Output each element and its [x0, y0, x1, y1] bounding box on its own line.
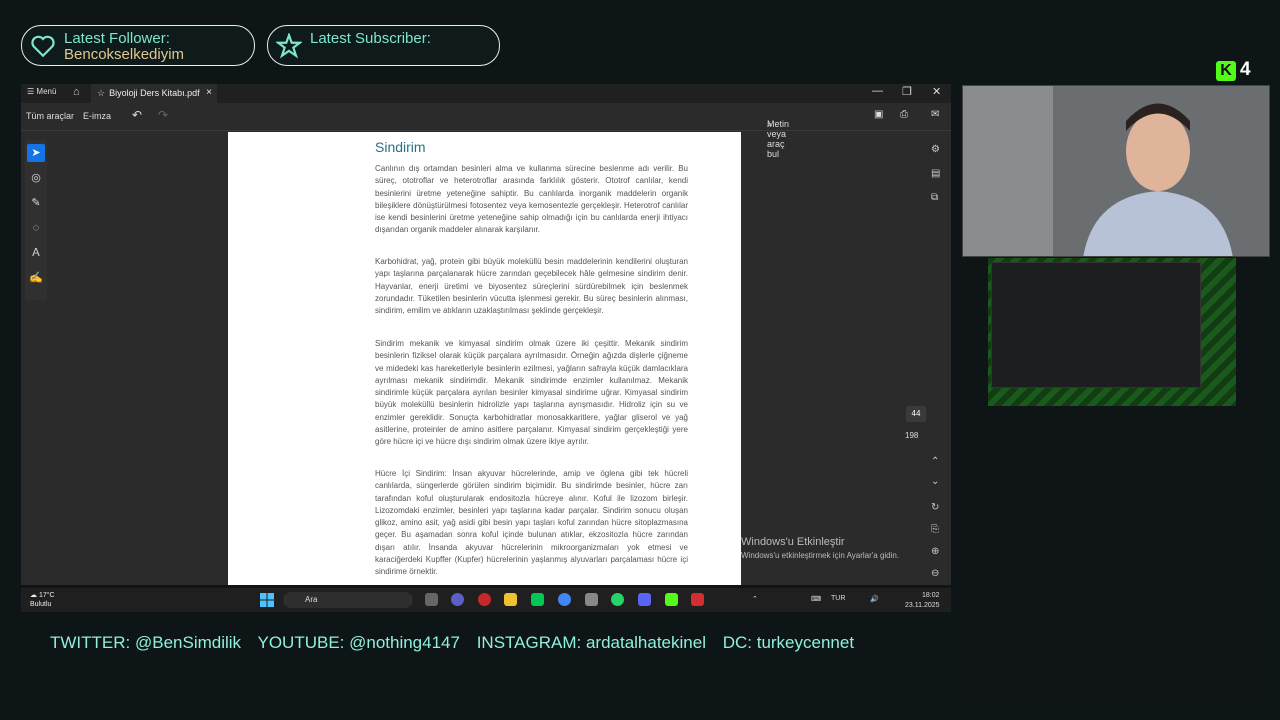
volume-icon[interactable]: 🔊: [870, 595, 879, 603]
star-icon[interactable]: ☆: [97, 88, 105, 98]
discord-handle: DC: turkeycennet: [722, 633, 855, 652]
ai-assistant-icon[interactable]: ⚙: [931, 144, 940, 155]
minimize-icon[interactable]: —: [872, 85, 883, 97]
close-tab-icon[interactable]: ×: [206, 87, 212, 98]
clock[interactable]: 18:02 23.11.2025: [905, 591, 940, 611]
acrobat-icon[interactable]: [691, 593, 704, 606]
kick-logo-icon: K: [1216, 61, 1236, 81]
close-window-icon[interactable]: ✕: [932, 85, 941, 98]
right-toolbar: ⚙ ▤ ⧉ ⌃ ⌄ ↻ ⎘ ⊕ ⊖: [923, 132, 951, 585]
menu-label: Menü: [36, 87, 57, 96]
menu-button[interactable]: ☰ Menü: [27, 87, 56, 96]
kick-badge: K4: [1216, 59, 1251, 81]
undo-icon[interactable]: ↶: [132, 108, 142, 122]
lasso-tool-icon[interactable]: ◌: [27, 219, 45, 237]
weather-temp: 17°C: [38, 592, 55, 599]
save-icon[interactable]: ▣: [874, 109, 883, 120]
latest-follower-card: Latest Follower: Bencokselkediyim: [21, 25, 255, 66]
paragraph-1: Canlının dış ortamdan besinleri alma ve …: [375, 164, 688, 235]
instagram-handle: INSTAGRAM: ardatalhatekinel: [476, 633, 706, 652]
search-label: Ara: [305, 595, 318, 604]
select-tool-icon[interactable]: ➤: [27, 144, 45, 162]
preview-thumbnail: [988, 258, 1236, 406]
app-icon[interactable]: [451, 593, 464, 606]
refresh-icon[interactable]: ↻: [931, 502, 939, 513]
pdf-reader-window: ☰ Menü ⌂ ☆ Biyoloji Ders Kitabı.pdf × — ❐ …: [21, 84, 951, 585]
heart-icon: [31, 35, 55, 58]
toolbar: Tüm araçlar E-imza ↶ ↷ Metin veya araç b…: [21, 103, 951, 159]
weather-widget[interactable]: ☁ 17°C Bulutlu: [30, 591, 55, 609]
youtube-handle: YOUTUBE: @nothing4147: [257, 633, 460, 652]
scroll-down-icon[interactable]: ⌄: [931, 476, 939, 487]
whatsapp-icon[interactable]: [611, 593, 624, 606]
kick-app-icon[interactable]: [665, 593, 678, 606]
activation-title: Windows'u Etkinleştir: [741, 536, 845, 548]
clock-time: 18:02: [921, 592, 940, 599]
keyboard-icon[interactable]: ⌨: [811, 595, 821, 603]
windows-start-icon[interactable]: [260, 593, 274, 607]
all-tools-button[interactable]: Tüm araçlar: [26, 111, 74, 121]
language-indicator[interactable]: TUR: [831, 595, 845, 602]
comment-icon[interactable]: ▤: [931, 168, 940, 179]
cloud-icon: ☁: [30, 592, 37, 599]
total-pages: 198: [905, 431, 919, 440]
file-explorer-icon[interactable]: [504, 593, 517, 606]
tab-title: Biyoloji Ders Kitabı.pdf: [109, 88, 200, 98]
activation-watermark: Windows'u Etkinleştir Windows'u etkinleş…: [741, 536, 899, 560]
twitter-handle: TWITTER: @BenSimdilik: [50, 633, 242, 652]
tab-document[interactable]: ☆ Biyoloji Ders Kitabı.pdf ×: [91, 84, 217, 103]
redo-icon[interactable]: ↷: [158, 108, 168, 122]
left-toolbar: ➤ ◎ ✎ ◌ Ａ ✍: [25, 140, 47, 300]
esign-button[interactable]: E-imza: [83, 111, 111, 121]
taskbar-search[interactable]: Ara: [283, 592, 413, 608]
streamer-silhouette: [963, 86, 1269, 256]
home-icon[interactable]: ⌂: [73, 86, 80, 98]
follower-name: Bencokselkediyim: [64, 46, 185, 63]
tray-chevron-icon[interactable]: ⌃: [752, 595, 758, 603]
preview-screen: [991, 262, 1201, 388]
task-view-icon[interactable]: [425, 593, 438, 606]
paragraph-4: Hücre İçi Sindirim: İnsan akyuvar hücrel…: [375, 469, 688, 577]
star-icon: [276, 33, 302, 59]
subscriber-title: Latest Subscriber:: [310, 30, 431, 47]
chrome-icon[interactable]: [558, 593, 571, 606]
scroll-up-icon[interactable]: ⌃: [931, 456, 939, 467]
line-icon[interactable]: [531, 593, 544, 606]
clock-date: 23.11.2025: [905, 602, 940, 609]
follower-title: Latest Follower:: [64, 30, 170, 47]
pen-tool-icon[interactable]: ✎: [27, 194, 45, 212]
page-heading: Sindirim: [375, 139, 426, 155]
paragraph-3: Sindirim mekanik ve kimyasal sindirim ol…: [375, 339, 688, 447]
activation-subtitle: Windows'u etkinleştirmek için Ayarlar'a …: [741, 551, 900, 560]
fit-page-icon[interactable]: ⎘: [931, 524, 939, 535]
latest-subscriber-card: Latest Subscriber:: [267, 25, 500, 66]
pages-icon[interactable]: ⧉: [931, 192, 938, 203]
restore-icon[interactable]: ❐: [902, 85, 912, 98]
paragraph-2: Karbohidrat, yağ, protein gibi büyük mol…: [375, 257, 688, 316]
tab-bar: ☰ Menü ⌂ ☆ Biyoloji Ders Kitabı.pdf × — ❐ …: [21, 84, 951, 103]
text-tool-icon[interactable]: Ａ: [27, 244, 45, 262]
tool-icon[interactable]: [585, 593, 598, 606]
comment-tool-icon[interactable]: ◎: [27, 169, 45, 187]
current-page-field[interactable]: 44: [906, 406, 926, 422]
social-links-banner: TWITTER: @BenSimdilik YOUTUBE: @nothing4…: [50, 633, 866, 653]
opera-icon[interactable]: [478, 593, 491, 606]
print-icon[interactable]: ⎙: [900, 109, 908, 120]
kick-count: 4: [1240, 59, 1251, 80]
webcam-feed: [962, 85, 1270, 257]
weather-condition: Bulutlu: [30, 601, 52, 608]
search-icon: ⌕: [767, 119, 773, 129]
discord-icon[interactable]: [638, 593, 651, 606]
document-page: Sindirim Canlının dış ortamdan besinleri…: [228, 132, 741, 585]
sign-tool-icon[interactable]: ✍: [27, 269, 45, 287]
zoom-out-icon[interactable]: ⊖: [931, 568, 939, 579]
zoom-in-icon[interactable]: ⊕: [931, 546, 939, 557]
mail-icon[interactable]: ✉: [931, 109, 939, 120]
taskbar: ☁ 17°C Bulutlu Ara ⌃ ⌨ TUR 🔊 18:02 23.11…: [21, 588, 951, 612]
